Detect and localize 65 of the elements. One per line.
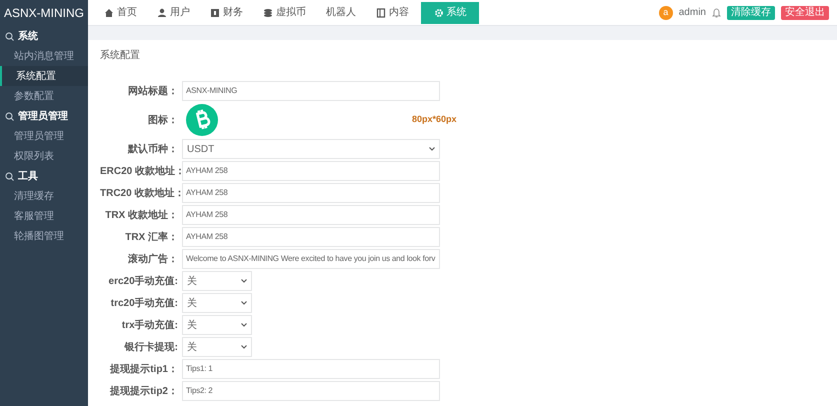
field-label: trc20手动充值: (110, 296, 179, 310)
select-field[interactable]: 关 (182, 293, 252, 313)
field-label: 默认币种： (126, 142, 179, 156)
home-icon (104, 8, 114, 18)
select-field[interactable]: USDT (182, 139, 440, 159)
nav-tab[interactable]: 财务 (202, 2, 251, 24)
input-field[interactable]: Tips2: 2 (182, 381, 440, 401)
logout-button[interactable]: 安全退出 (781, 6, 829, 20)
coin-stack-icon (263, 8, 273, 18)
sidebar-item[interactable]: 站内消息管理 (0, 46, 88, 66)
field-label: 提现提示tip2： (108, 384, 179, 398)
bell-icon[interactable] (712, 8, 721, 18)
sidebar-heading[interactable]: 系统 (0, 26, 88, 46)
field-label: TRC20 收款地址： (100, 186, 182, 200)
settings-icon (434, 8, 444, 18)
brand-title: ASNX-MINING (2, 5, 85, 22)
input-field[interactable]: AYHAM 258 (182, 205, 440, 225)
field-label: TRX 汇率： (124, 230, 179, 244)
document-icon (376, 8, 386, 18)
sidebar-item[interactable]: 权限列表 (0, 146, 88, 166)
sidebar-item[interactable]: 管理员管理 (0, 126, 88, 146)
page-title: 系统配置 (100, 48, 141, 63)
field-label: 提现提示tip1： (108, 362, 179, 376)
select-field[interactable]: 关 (182, 337, 252, 357)
caret-icon (241, 345, 247, 349)
sidebar-item[interactable]: 系统配置 (0, 66, 88, 86)
caret-icon (241, 301, 247, 305)
field-label: ERC20 收款地址： (100, 164, 182, 178)
nav-tab[interactable]: 内容 (368, 2, 417, 24)
field-label: erc20手动充值: (108, 274, 179, 288)
nav-tab[interactable]: 用户 (149, 2, 198, 24)
sidebar-heading[interactable]: 管理员管理 (0, 106, 88, 126)
field-label: 滚动广告： (127, 252, 179, 266)
sidebar-item[interactable]: 参数配置 (0, 86, 88, 106)
field-label: 图标： (147, 114, 179, 128)
select-field[interactable]: 关 (182, 271, 252, 291)
input-field[interactable]: AYHAM 258 (182, 161, 440, 181)
sidebar-item[interactable]: 客服管理 (0, 206, 88, 226)
sidebar-heading[interactable]: 工具 (0, 166, 88, 186)
caret-icon (429, 147, 435, 151)
input-field[interactable]: Tips1: 1 (182, 359, 440, 379)
bitcoin-logo-icon (186, 104, 218, 136)
user-name[interactable]: admin (678, 5, 706, 20)
field-label: 银行卡提现: (123, 340, 179, 354)
sidebar-item[interactable]: 清理缓存 (0, 186, 88, 206)
search-icon (5, 172, 14, 180)
caret-icon (241, 323, 247, 327)
nav-tab[interactable]: 首页 (96, 2, 145, 24)
sidebar-item[interactable]: 轮播图管理 (0, 226, 88, 246)
input-field[interactable]: AYHAM 258 (182, 183, 440, 203)
caret-icon (241, 279, 247, 283)
search-icon (5, 112, 14, 120)
search-icon (5, 32, 14, 40)
field-label: trx手动充值: (120, 318, 179, 332)
input-field[interactable]: ASNX-MINING (182, 81, 440, 101)
size-hint: 80px*60px (412, 113, 457, 126)
nav-tab[interactable]: 虚拟币 (255, 2, 314, 24)
nav-tab[interactable]: 机器人 (318, 2, 364, 24)
wallet-icon (210, 8, 220, 18)
select-field[interactable]: 关 (182, 315, 252, 335)
input-field[interactable]: AYHAM 258 (182, 227, 440, 247)
field-label: TRX 收款地址： (104, 208, 179, 222)
input-field[interactable]: Welcome to ASNX-MINING Were excited to have you join us and look forv (182, 249, 440, 269)
user-icon (157, 8, 167, 18)
field-label: 网站标题： (127, 84, 179, 98)
